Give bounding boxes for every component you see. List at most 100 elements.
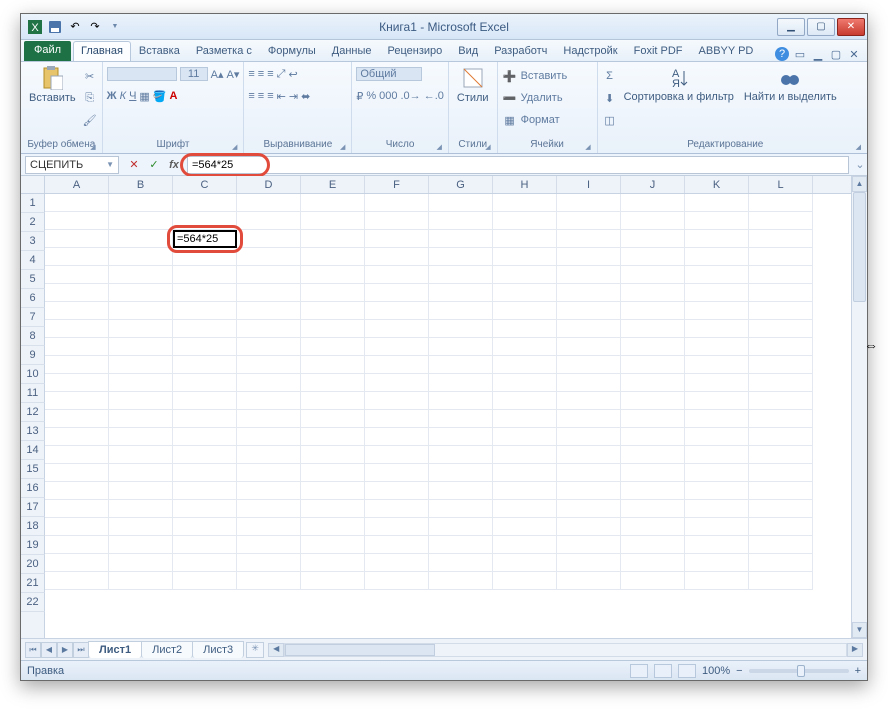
cell-C18[interactable]: [173, 500, 237, 518]
cell-A8[interactable]: [45, 320, 109, 338]
cell-I7[interactable]: [557, 302, 621, 320]
cell-E15[interactable]: [301, 446, 365, 464]
fill-button[interactable]: ⬇: [602, 88, 618, 108]
mdi-min-icon[interactable]: ▁: [811, 47, 825, 61]
cell-K19[interactable]: [685, 518, 749, 536]
cell-K5[interactable]: [685, 266, 749, 284]
cell-I8[interactable]: [557, 320, 621, 338]
row-header-5[interactable]: 5: [21, 270, 45, 289]
cell-D4[interactable]: [237, 248, 301, 266]
merge-icon[interactable]: ⬌: [301, 90, 310, 103]
select-all-corner[interactable]: [21, 176, 45, 194]
cell-B7[interactable]: [109, 302, 173, 320]
qat-dropdown-icon[interactable]: ▼: [107, 19, 123, 35]
cell-G21[interactable]: [429, 554, 493, 572]
cell-L14[interactable]: [749, 428, 813, 446]
cell-D18[interactable]: [237, 500, 301, 518]
cell-G11[interactable]: [429, 374, 493, 392]
cell-F15[interactable]: [365, 446, 429, 464]
cell-L18[interactable]: [749, 500, 813, 518]
cell-I6[interactable]: [557, 284, 621, 302]
cell-G7[interactable]: [429, 302, 493, 320]
ribbon-tab-10[interactable]: ABBYY PD: [691, 41, 762, 61]
cell-J19[interactable]: [621, 518, 685, 536]
cell-F19[interactable]: [365, 518, 429, 536]
col-header-H[interactable]: H: [493, 176, 557, 193]
align-bot-icon[interactable]: ≡: [267, 68, 273, 80]
cell-E20[interactable]: [301, 536, 365, 554]
cell-B1[interactable]: [109, 194, 173, 212]
cell-L5[interactable]: [749, 266, 813, 284]
cell-C13[interactable]: [173, 410, 237, 428]
shrink-font-icon[interactable]: A▾: [227, 68, 240, 81]
cell-D16[interactable]: [237, 464, 301, 482]
format-painter-button[interactable]: 🖌: [82, 110, 98, 130]
cell-H4[interactable]: [493, 248, 557, 266]
cell-B21[interactable]: [109, 554, 173, 572]
ribbon-minimize-icon[interactable]: ▭: [793, 47, 807, 61]
cell-K15[interactable]: [685, 446, 749, 464]
row-header-20[interactable]: 20: [21, 555, 45, 574]
cell-B4[interactable]: [109, 248, 173, 266]
cell-F18[interactable]: [365, 500, 429, 518]
cell-H1[interactable]: [493, 194, 557, 212]
cell-C20[interactable]: [173, 536, 237, 554]
cell-A9[interactable]: [45, 338, 109, 356]
cell-I11[interactable]: [557, 374, 621, 392]
cell-J12[interactable]: [621, 392, 685, 410]
cell-I12[interactable]: [557, 392, 621, 410]
cell-K10[interactable]: [685, 356, 749, 374]
cell-H20[interactable]: [493, 536, 557, 554]
align-center-icon[interactable]: ≡: [258, 90, 264, 102]
cell-A17[interactable]: [45, 482, 109, 500]
cell-B6[interactable]: [109, 284, 173, 302]
cell-C2[interactable]: [173, 212, 237, 230]
insert-function-icon[interactable]: fx: [165, 156, 183, 174]
cell-D8[interactable]: [237, 320, 301, 338]
cell-G18[interactable]: [429, 500, 493, 518]
row-header-16[interactable]: 16: [21, 479, 45, 498]
active-cell-c3[interactable]: =564*25: [173, 230, 237, 248]
cell-A6[interactable]: [45, 284, 109, 302]
cell-B18[interactable]: [109, 500, 173, 518]
cell-K3[interactable]: [685, 230, 749, 248]
cell-I20[interactable]: [557, 536, 621, 554]
cell-L4[interactable]: [749, 248, 813, 266]
border-icon[interactable]: ▦: [139, 90, 149, 103]
mdi-close-icon[interactable]: ✕: [847, 47, 861, 61]
ribbon-tab-9[interactable]: Foxit PDF: [626, 41, 691, 61]
cell-G14[interactable]: [429, 428, 493, 446]
namebox-dropdown-icon[interactable]: ▼: [106, 160, 114, 169]
cell-J22[interactable]: [621, 572, 685, 590]
cell-D20[interactable]: [237, 536, 301, 554]
cell-H12[interactable]: [493, 392, 557, 410]
hscroll-thumb[interactable]: [285, 644, 435, 656]
cell-D5[interactable]: [237, 266, 301, 284]
underline-icon[interactable]: Ч: [129, 90, 136, 102]
cell-G9[interactable]: [429, 338, 493, 356]
row-header-19[interactable]: 19: [21, 536, 45, 555]
cell-I5[interactable]: [557, 266, 621, 284]
row-header-7[interactable]: 7: [21, 308, 45, 327]
cell-C21[interactable]: [173, 554, 237, 572]
col-header-A[interactable]: A: [45, 176, 109, 193]
bold-icon[interactable]: Ж: [107, 90, 117, 102]
cell-E21[interactable]: [301, 554, 365, 572]
zoom-slider[interactable]: [749, 669, 849, 673]
cell-G20[interactable]: [429, 536, 493, 554]
cell-A5[interactable]: [45, 266, 109, 284]
cell-G12[interactable]: [429, 392, 493, 410]
cell-C11[interactable]: [173, 374, 237, 392]
cell-A3[interactable]: [45, 230, 109, 248]
redo-icon[interactable]: ↷: [87, 19, 103, 35]
cell-L6[interactable]: [749, 284, 813, 302]
sheet-nav-first-icon[interactable]: ⏮: [25, 642, 41, 658]
cell-K1[interactable]: [685, 194, 749, 212]
inc-decimal-icon[interactable]: .0→: [401, 90, 421, 102]
cell-A20[interactable]: [45, 536, 109, 554]
col-header-F[interactable]: F: [365, 176, 429, 193]
cell-I18[interactable]: [557, 500, 621, 518]
cell-H13[interactable]: [493, 410, 557, 428]
cell-G22[interactable]: [429, 572, 493, 590]
cell-J9[interactable]: [621, 338, 685, 356]
